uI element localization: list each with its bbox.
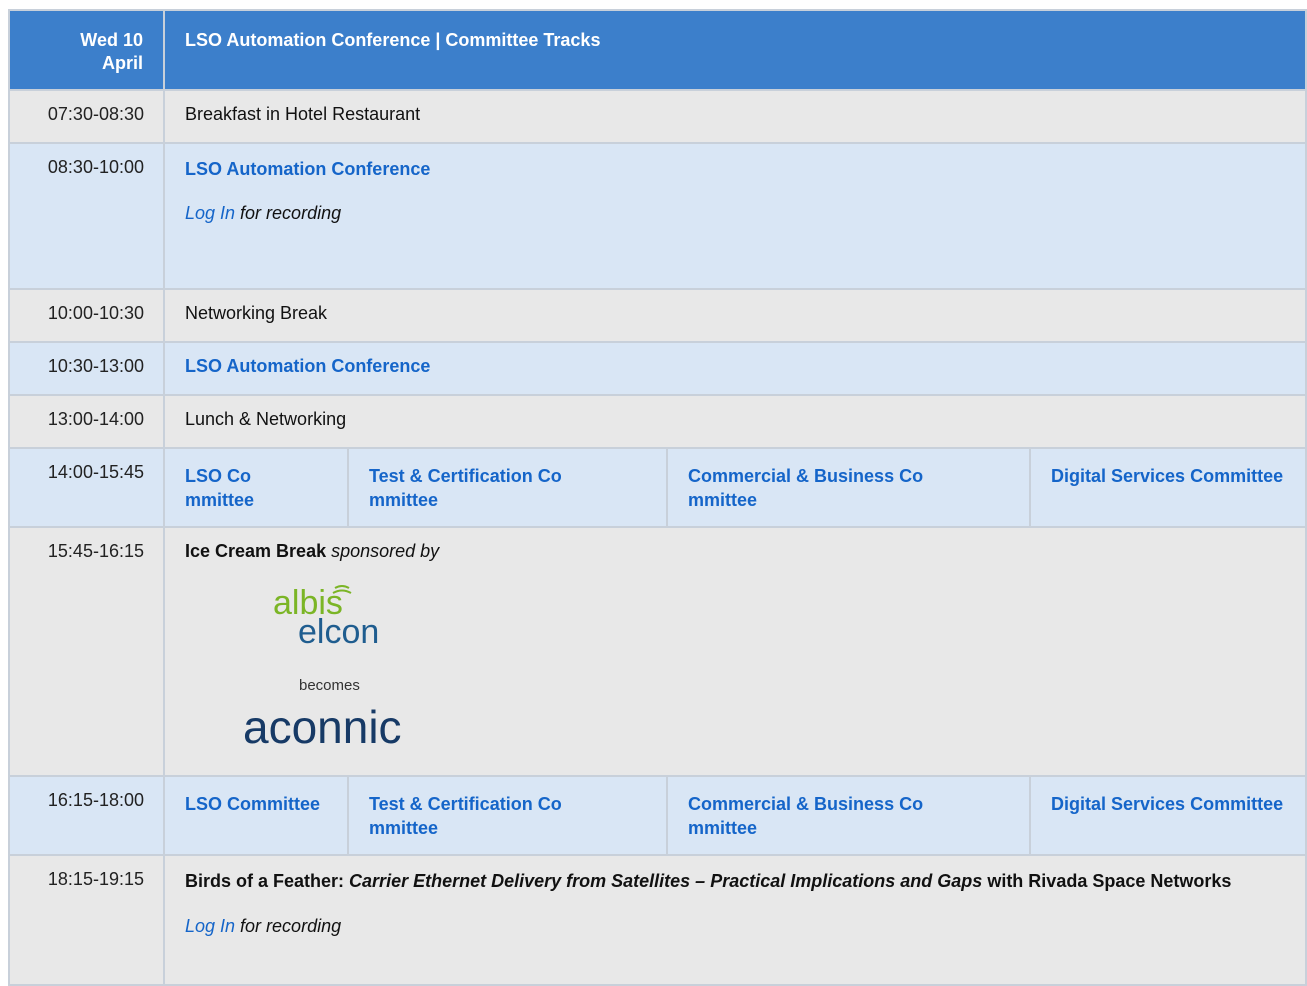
sponsor-logo-image: albis elcon becomes aconnic: [243, 584, 402, 753]
track-digital-services[interactable]: Digital Services Committee: [1051, 794, 1283, 814]
bof-title: Carrier Ethernet Delivery from Satellite…: [349, 871, 983, 891]
logo-new-name: aconnic: [243, 701, 402, 753]
schedule-table: Wed 10 April LSO Automation Conference | …: [8, 9, 1307, 986]
table-row: 14:00-15:45 LSO Committee Test & Certifi…: [8, 447, 1307, 528]
session-title: Ice Cream Break: [185, 541, 327, 561]
time-cell: 08:30-10:00: [8, 142, 165, 290]
track-commercial-business[interactable]: Commercial & Business Committee: [688, 464, 928, 512]
time-cell: 15:45-16:15: [8, 526, 165, 777]
table-row: 10:00-10:30 Networking Break: [8, 288, 1307, 343]
time-cell: 16:15-18:00: [8, 775, 165, 856]
table-row: 15:45-16:15 Ice Cream Break sponsored by…: [8, 526, 1307, 777]
track-test-certification[interactable]: Test & Certification Committee: [369, 464, 569, 512]
session-link[interactable]: LSO Automation Conference: [185, 159, 430, 179]
time-cell: 10:30-13:00: [8, 341, 165, 396]
sponsored-by: sponsored by: [326, 541, 440, 561]
login-suffix: for recording: [235, 203, 342, 223]
table-row: 13:00-14:00 Lunch & Networking: [8, 394, 1307, 449]
logo-becomes: becomes: [299, 677, 360, 694]
track-test-certification[interactable]: Test & Certification Committee: [369, 792, 569, 840]
logo-line2: elcon: [298, 613, 379, 651]
session-cell: LSO Automation Conference: [163, 341, 1307, 396]
session-cell: Ice Cream Break sponsored by albis elcon…: [163, 526, 1307, 777]
time-cell: 18:15-19:15: [8, 854, 165, 986]
track-lso-committee[interactable]: LSO Committee: [185, 464, 265, 512]
table-row: 07:30-08:30 Breakfast in Hotel Restauran…: [8, 89, 1307, 144]
login-suffix: for recording: [235, 916, 342, 936]
table-row: 08:30-10:00 LSO Automation Conference Lo…: [8, 142, 1307, 290]
session-cell: Breakfast in Hotel Restaurant: [163, 89, 1307, 144]
header-date: Wed 10 April: [8, 9, 165, 91]
session-cell: Lunch & Networking: [163, 394, 1307, 449]
table-row: 16:15-18:00 LSO Committee Test & Certifi…: [8, 775, 1307, 856]
time-cell: 07:30-08:30: [8, 89, 165, 144]
schedule-wrapper: Wed 10 April LSO Automation Conference | …: [8, 9, 1307, 986]
session-cell: Networking Break: [163, 288, 1307, 343]
header-title: LSO Automation Conference | Committee Tr…: [163, 9, 1307, 91]
track-commercial-business[interactable]: Commercial & Business Committee: [688, 792, 928, 840]
time-cell: 14:00-15:45: [8, 447, 165, 528]
bof-suffix: with Rivada Space Networks: [987, 871, 1232, 891]
track-lso-committee[interactable]: LSO Committee: [185, 794, 320, 814]
tracks-cell: LSO Committee Test & Certification Commi…: [163, 447, 1307, 528]
track-digital-services[interactable]: Digital Services Committee: [1051, 466, 1283, 486]
table-row: 18:15-19:15 Birds of a Feather: Carrier …: [8, 854, 1307, 986]
login-link[interactable]: Log In: [185, 203, 235, 223]
time-cell: 13:00-14:00: [8, 394, 165, 449]
time-cell: 10:00-10:30: [8, 288, 165, 343]
session-cell: Birds of a Feather: Carrier Ethernet Del…: [163, 854, 1307, 986]
tracks-cell: LSO Committee Test & Certification Commi…: [163, 775, 1307, 856]
header-row: Wed 10 April LSO Automation Conference | …: [8, 9, 1307, 91]
session-cell: LSO Automation Conference Log In for rec…: [163, 142, 1307, 290]
sponsor-logo: albis elcon becomes aconnic: [243, 584, 1305, 759]
table-row: 10:30-13:00 LSO Automation Conference: [8, 341, 1307, 396]
login-link[interactable]: Log In: [185, 916, 235, 936]
bof-prefix: Birds of a Feather:: [185, 871, 345, 891]
session-link[interactable]: LSO Automation Conference: [185, 356, 430, 376]
